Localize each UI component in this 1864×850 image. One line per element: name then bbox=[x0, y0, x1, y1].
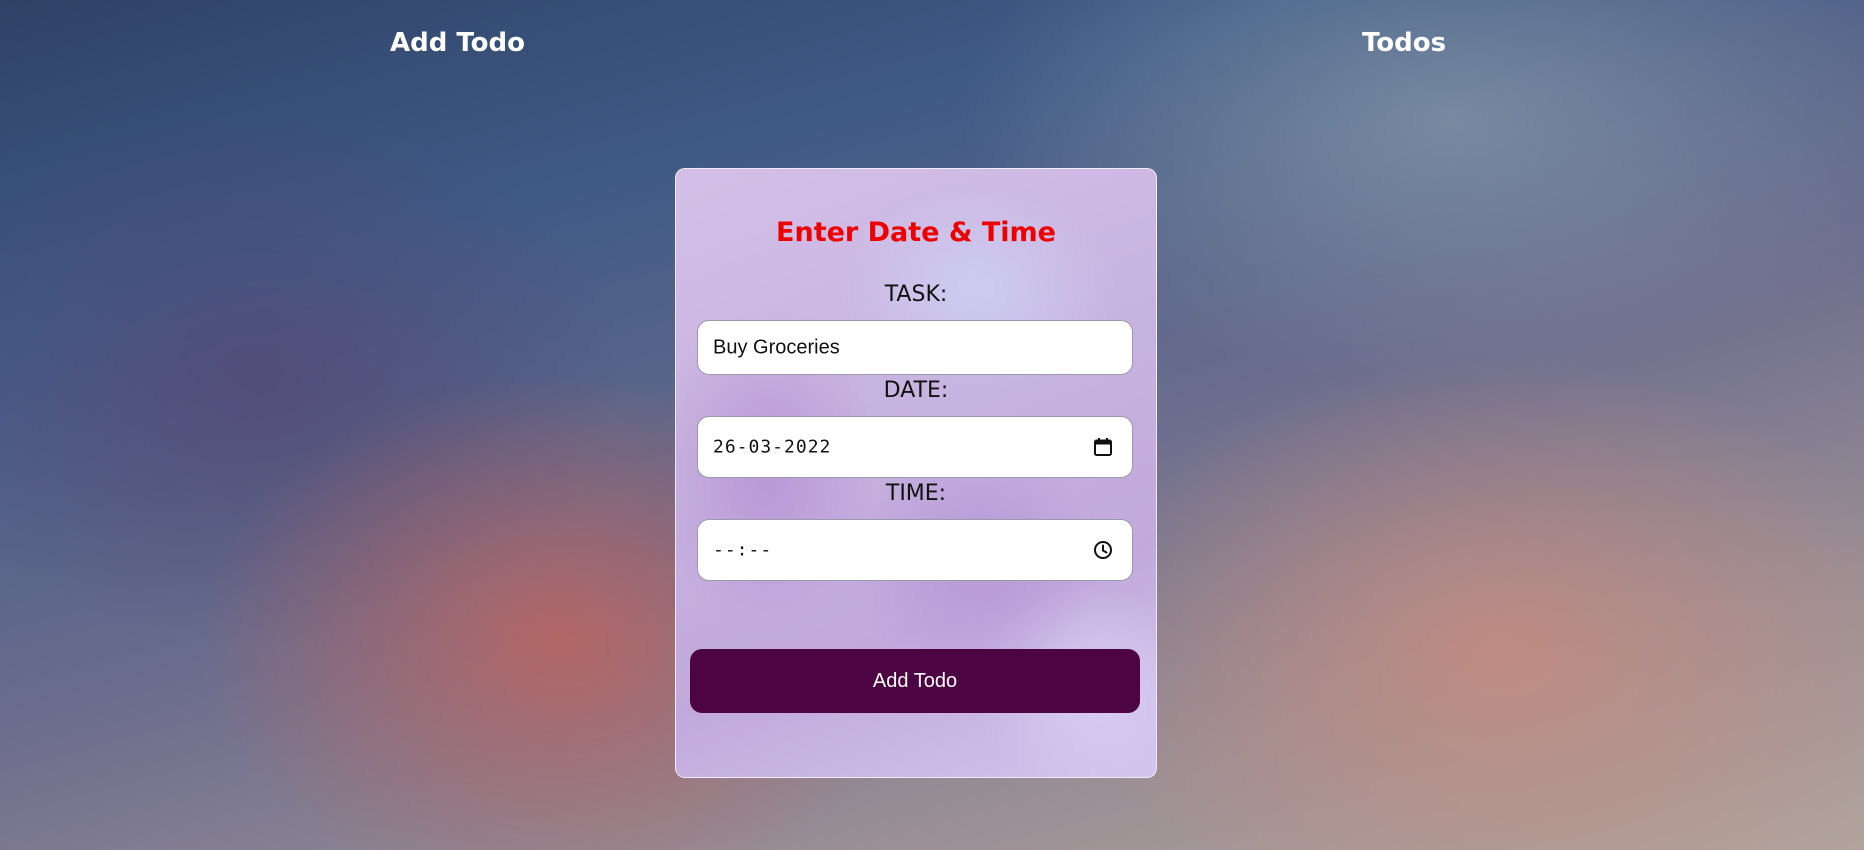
nav-add-todo-link[interactable]: Add Todo bbox=[390, 28, 525, 58]
date-input[interactable]: 26-03-2022 bbox=[697, 416, 1133, 478]
task-label: TASK: bbox=[884, 282, 948, 307]
add-todo-button[interactable]: Add Todo bbox=[690, 649, 1140, 713]
date-input-value: 26-03-2022 bbox=[713, 436, 832, 458]
task-input[interactable]: Buy Groceries bbox=[697, 320, 1133, 375]
nav-todos-link[interactable]: Todos bbox=[1362, 28, 1446, 58]
calendar-icon[interactable] bbox=[1092, 436, 1114, 458]
date-label: DATE: bbox=[883, 378, 949, 403]
time-input-value: --:-- bbox=[713, 539, 773, 561]
clock-icon[interactable] bbox=[1092, 539, 1114, 561]
form-title: Enter Date & Time bbox=[776, 217, 1056, 248]
task-input-value: Buy Groceries bbox=[713, 336, 840, 358]
add-todo-form-card: Enter Date & Time TASK: Buy Groceries DA… bbox=[675, 168, 1157, 778]
time-label: TIME: bbox=[885, 481, 947, 506]
time-input[interactable]: --:-- bbox=[697, 519, 1133, 581]
